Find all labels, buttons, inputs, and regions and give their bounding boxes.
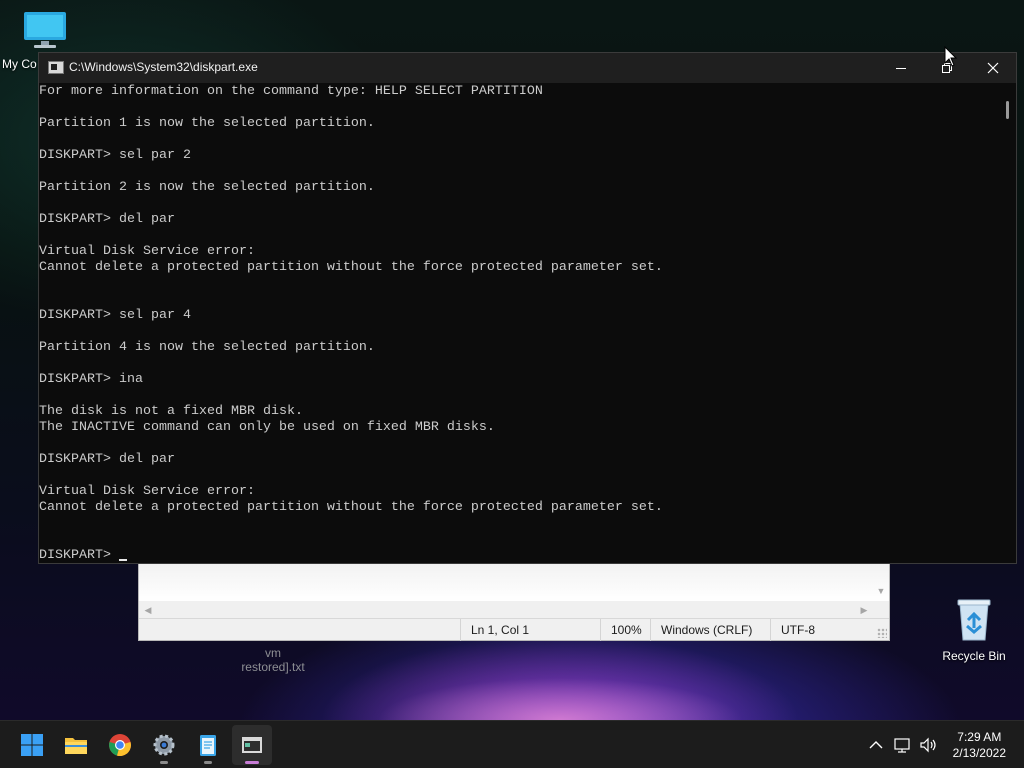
taskbar-chrome[interactable] [100, 725, 140, 765]
console-vertical-scrollbar[interactable] [1001, 83, 1016, 563]
desktop-icon-label: vm restored].txt [241, 646, 305, 674]
minimize-button[interactable] [878, 53, 924, 83]
console-line: DISKPART> sel par 4 [39, 308, 191, 323]
scroll-left-arrow-icon[interactable]: ◀ [141, 603, 155, 617]
taskbar-clock[interactable]: 7:29 AM 2/13/2022 [953, 729, 1006, 761]
notepad-window[interactable]: ▼ ◀ ▶ Ln 1, Col 1 100% Windows (CRLF) UT… [138, 560, 890, 641]
status-zoom: 100% [600, 619, 650, 641]
console-line: Partition 2 is now the selected partitio… [39, 180, 375, 195]
console-line: DISKPART> ina [39, 372, 143, 387]
console-line: Cannot delete a protected partition with… [39, 260, 663, 275]
console-line: Cannot delete a protected partition with… [39, 500, 663, 515]
taskbar-file-explorer[interactable] [56, 725, 96, 765]
console-prompt-line[interactable]: DISKPART> [39, 548, 1003, 563]
scrollbar-thumb[interactable] [1006, 101, 1009, 119]
console-line: DISKPART> del par [39, 452, 175, 467]
console-line: DISKPART> del par [39, 212, 175, 227]
console-line: Virtual Disk Service error: [39, 244, 255, 259]
resize-grip-icon[interactable] [877, 628, 887, 638]
text-cursor [118, 559, 127, 561]
chevron-up-icon[interactable] [866, 735, 886, 755]
running-indicator [160, 761, 168, 764]
start-button[interactable] [12, 725, 52, 765]
console-line: The INACTIVE command can only be used on… [39, 420, 495, 435]
desktop-icon-label: Recycle Bin [942, 649, 1006, 663]
taskbar-terminal[interactable] [232, 725, 272, 765]
status-line-ending: Windows (CRLF) [650, 619, 770, 641]
console-output[interactable]: For more information on the command type… [39, 83, 1003, 563]
status-cursor-position: Ln 1, Col 1 [460, 619, 600, 641]
running-indicator [204, 761, 212, 764]
desktop-icon-recycle-bin[interactable]: Recycle Bin [938, 596, 1010, 663]
taskbar: 7:29 AM 2/13/2022 [0, 720, 1024, 768]
window-titlebar[interactable]: C:\Windows\System32\diskpart.exe [39, 53, 1016, 83]
running-indicator [245, 761, 259, 764]
chrome-icon [109, 734, 132, 757]
desktop-icon-text-file[interactable]: vm restored].txt [236, 646, 310, 674]
console-line: Partition 4 is now the selected partitio… [39, 340, 375, 355]
horizontal-scrollbar[interactable]: ◀ ▶ [139, 601, 889, 619]
console-line: For more information on the command type… [39, 84, 543, 99]
start-icon [21, 734, 43, 756]
window-title: C:\Windows\System32\diskpart.exe [69, 60, 258, 74]
status-encoding: UTF-8 [770, 619, 880, 641]
close-icon [987, 62, 999, 74]
notepad-status-bar: Ln 1, Col 1 100% Windows (CRLF) UTF-8 [139, 618, 889, 641]
console-line: Virtual Disk Service error: [39, 484, 255, 499]
notepad-text-area[interactable] [139, 561, 889, 601]
console-line: The disk is not a fixed MBR disk. [39, 404, 303, 419]
diskpart-console-window[interactable]: C:\Windows\System32\diskpart.exe For mor… [38, 52, 1017, 564]
console-line: Partition 1 is now the selected partitio… [39, 116, 375, 131]
recycle-bin-icon [957, 599, 991, 641]
terminal-icon [242, 737, 262, 753]
file-explorer-icon [65, 738, 87, 754]
network-icon[interactable] [893, 735, 913, 755]
scroll-right-arrow-icon[interactable]: ▶ [857, 603, 871, 617]
notepad-icon [200, 735, 216, 756]
monitor-icon [24, 12, 66, 48]
mouse-pointer-icon [944, 46, 958, 67]
console-prompt: DISKPART> [39, 548, 119, 563]
taskbar-settings[interactable] [144, 725, 184, 765]
clock-time: 7:29 AM [957, 730, 1002, 744]
settings-icon [153, 734, 175, 756]
clock-date: 2/13/2022 [952, 746, 1006, 760]
volume-icon[interactable] [918, 735, 938, 755]
console-line: DISKPART> sel par 2 [39, 148, 191, 163]
close-button[interactable] [970, 53, 1016, 83]
console-app-icon [48, 61, 64, 74]
minimize-icon [896, 68, 906, 69]
taskbar-notepad[interactable] [188, 725, 228, 765]
scroll-down-arrow-icon[interactable]: ▼ [875, 585, 887, 597]
